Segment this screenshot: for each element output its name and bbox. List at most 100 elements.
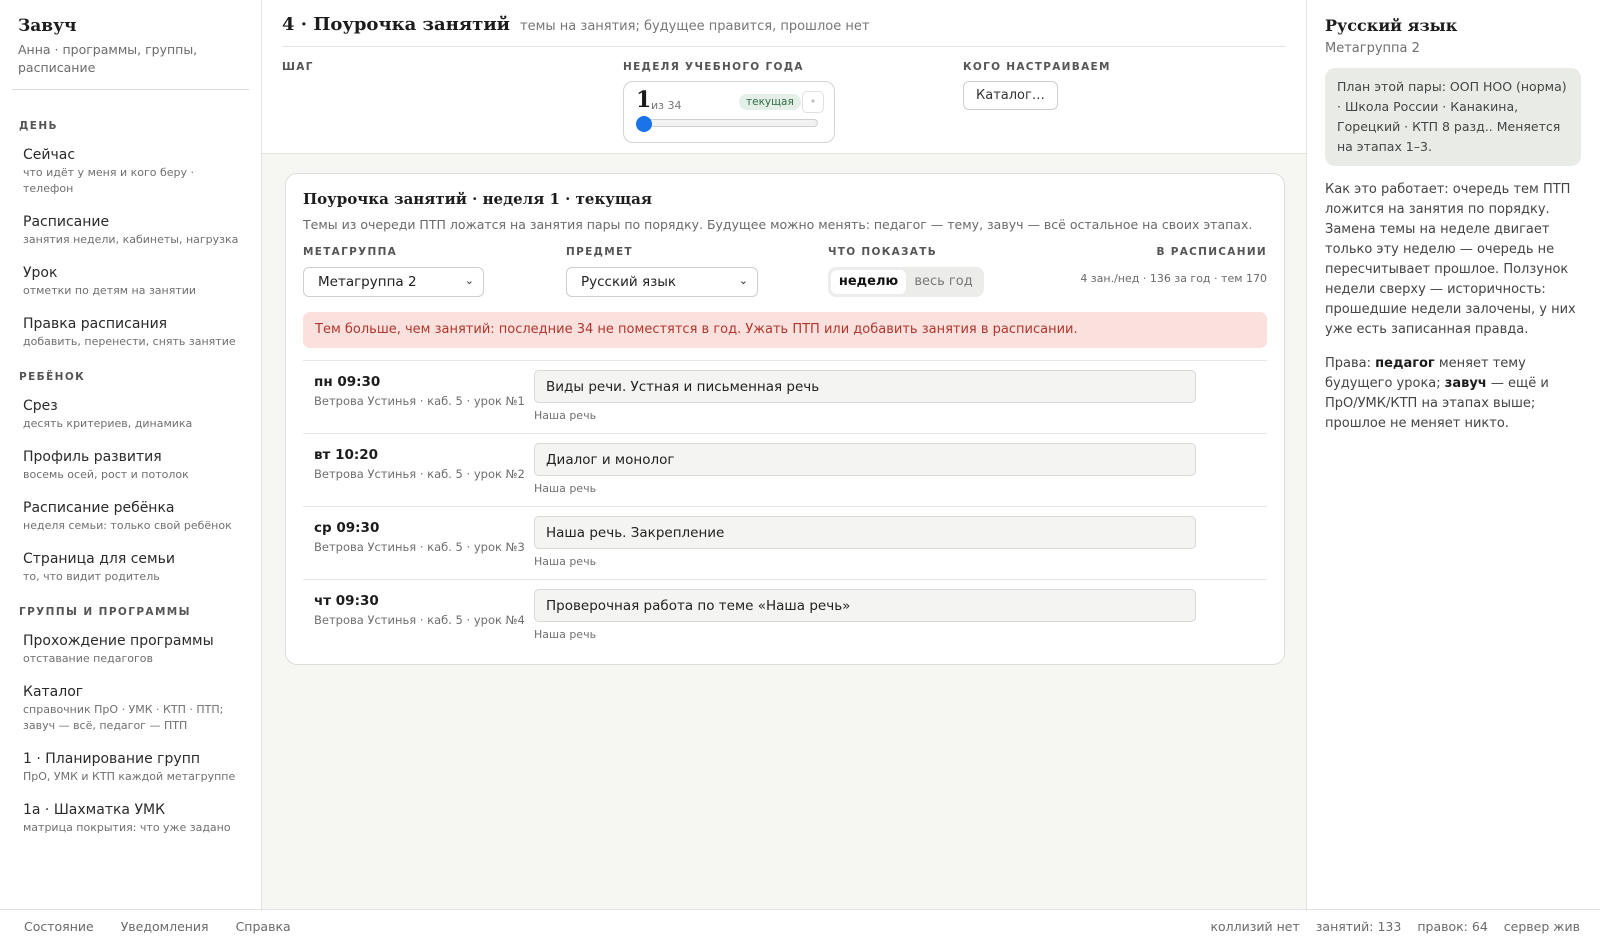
chevron-down-icon: ⌄ — [738, 274, 748, 287]
week-total: из 34 — [651, 99, 682, 112]
how-it-works: Как это работает: очередь тем ПТП ложитс… — [1325, 182, 1576, 337]
sidebar-item-desc: отставание педагогов — [23, 652, 153, 665]
sidebar-item-schedule[interactable]: Расписание занятия недели, кабинеты, наг… — [0, 214, 261, 248]
sidebar-item-desc: восемь осей, рост и потолок — [23, 468, 189, 481]
main-area: 4 · Поурочка занятий темы на занятия; бу… — [262, 0, 1306, 909]
sidebar-item-lesson[interactable]: Урок отметки по детям на занятии — [0, 265, 261, 299]
metagroup-select[interactable]: Метагруппа 2 ⌄ — [303, 267, 484, 297]
lesson-meta: Ветрова Устинья · каб. 5 · урок №2 — [314, 467, 525, 481]
sidebar-item-family-page[interactable]: Страница для семьи то, что видит родител… — [0, 551, 261, 585]
sidebar-item-umk-matrix[interactable]: 1а · Шахматка УМК матрица покрытия: что … — [0, 802, 261, 836]
sidebar-item-label: Каталог — [23, 684, 84, 700]
schedule-label: В расписании — [1156, 246, 1267, 258]
week-slider-track[interactable] — [642, 119, 818, 127]
lesson-list: пн 09:30 Ветрова Устинья · каб. 5 · урок… — [303, 360, 1267, 653]
card-subtitle: Темы из очереди ПТП ложатся на занятия п… — [303, 217, 1253, 232]
show-toggle: неделю весь год — [828, 267, 984, 297]
lesson-row: вт 10:20 Ветрова Устинья · каб. 5 · урок… — [303, 434, 1267, 507]
footer-link-state[interactable]: Состояние — [24, 919, 94, 934]
warning-alert: Тем больше, чем занятий: последние 34 не… — [303, 312, 1267, 348]
sidebar-item-now[interactable]: Сейчас что идёт у меня и кого беру · тел… — [0, 147, 261, 197]
lesson-time: вт 10:20 — [314, 447, 379, 463]
status-edits: правок: 64 — [1417, 919, 1488, 934]
show-week-button[interactable]: неделю — [831, 270, 906, 294]
sidebar-item-desc: занятия недели, кабинеты, нагрузка — [23, 233, 239, 246]
sidebar-item-program-progress[interactable]: Прохождение программы отставание педагог… — [0, 633, 261, 667]
footer-link-notifications[interactable]: Уведомления — [121, 919, 209, 934]
footer-link-help[interactable]: Справка — [236, 919, 291, 934]
sidebar-item-label: Урок — [23, 265, 58, 281]
status-lessons: занятий: 133 — [1315, 919, 1402, 934]
sidebar-item-label: Правка расписания — [23, 316, 168, 332]
nav-section-child: Ребёнок — [19, 371, 86, 383]
sidebar-item-label: Страница для семьи — [23, 551, 175, 567]
status-bar: Состояние Уведомления Справка коллизий н… — [0, 909, 1600, 943]
lesson-time: чт 09:30 — [314, 593, 379, 609]
app-title: Завуч — [18, 16, 77, 36]
rights-teacher: педагог — [1375, 356, 1435, 371]
lesson-meta: Ветрова Устинья · каб. 5 · урок №3 — [314, 540, 525, 554]
app-subtitle: Анна · программы, группы, расписание — [18, 42, 198, 75]
nav-section-groups: Группы и программы — [19, 606, 191, 618]
show-label: Что показать — [828, 246, 938, 258]
metagroup-label: Метагруппа — [303, 246, 398, 258]
week-number: 1 — [636, 87, 652, 113]
sidebar-item-child-schedule[interactable]: Расписание ребёнка неделя семьи: только … — [0, 500, 261, 534]
step-title-row: 4 · Поурочка занятий темы на занятия; бу… — [282, 14, 1286, 47]
footer-links: Состояние Уведомления Справка — [24, 919, 291, 934]
sidebar-item-schedule-edit[interactable]: Правка расписания добавить, перенести, с… — [0, 316, 261, 350]
sidebar-item-label: Срез — [23, 398, 58, 414]
sidebar-item-desc: добавить, перенести, снять занятие — [23, 335, 236, 348]
sidebar-item-desc: неделя семьи: только свой ребёнок — [23, 519, 232, 532]
lesson-topic-field[interactable]: Проверочная работа по теме «Наша речь» — [534, 589, 1196, 622]
sidebar-item-desc: десять критериев, динамика — [23, 417, 193, 430]
sidebar-item-label: Прохождение программы — [23, 633, 214, 649]
info-panel: Русский язык Метагруппа 2 План этой пары… — [1306, 0, 1600, 909]
step-header: 4 · Поурочка занятий темы на занятия; бу… — [262, 0, 1306, 154]
filters: Метагруппа Предмет Что показать В распис… — [303, 246, 1267, 304]
sidebar-item-group-planning[interactable]: 1 · Планирование групп ПрО, УМК и КТП ка… — [0, 751, 261, 785]
plan-box: План этой пары: ООП НОО (норма) · Школа … — [1325, 68, 1581, 166]
lesson-topic-field[interactable]: Наша речь. Закрепление — [534, 516, 1196, 549]
lesson-row: ср 09:30 Ветрова Устинья · каб. 5 · урок… — [303, 507, 1267, 580]
week-label: Неделя учебного года — [623, 61, 804, 73]
lesson-time: пн 09:30 — [314, 374, 381, 390]
catalog-button[interactable]: Каталог… — [963, 81, 1058, 110]
who-label: Кого настраиваем — [963, 61, 1111, 73]
lesson-topic-field[interactable]: Виды речи. Устная и письменная речь — [534, 370, 1196, 403]
week-selector: 1 из 34 текущая • — [623, 81, 835, 143]
lesson-row: пн 09:30 Ветрова Устинья · каб. 5 · урок… — [303, 361, 1267, 434]
status-collisions: коллизий нет — [1210, 919, 1300, 934]
sidebar-item-development-profile[interactable]: Профиль развития восемь осей, рост и пот… — [0, 449, 261, 483]
subject-label: Предмет — [566, 246, 633, 258]
sidebar-item-snapshot[interactable]: Срез десять критериев, динамика — [0, 398, 261, 432]
lesson-meta: Ветрова Устинья · каб. 5 · урок №4 — [314, 613, 525, 627]
lesson-meta: Ветрова Устинья · каб. 5 · урок №1 — [314, 394, 525, 408]
sidebar-item-desc: матрица покрытия: что уже задано — [23, 821, 231, 834]
rights-text: Права: педагог меняет тему будущего урок… — [1325, 354, 1581, 434]
sidebar-item-label: Расписание — [23, 214, 110, 230]
lesson-section: Наша речь — [534, 482, 597, 495]
week-slider-thumb[interactable] — [636, 116, 652, 132]
lesson-section: Наша речь — [534, 409, 597, 422]
week-next-button[interactable]: • — [802, 91, 824, 113]
sidebar: Завуч Анна · программы, группы, расписан… — [0, 0, 262, 909]
page-subtitle: темы на занятия; будущее правится, прошл… — [520, 19, 870, 34]
sidebar-item-desc: ПрО, УМК и КТП каждой метагруппе — [23, 770, 236, 783]
lesson-time: ср 09:30 — [314, 520, 380, 536]
show-year-button[interactable]: весь год — [906, 270, 981, 294]
footer-status: коллизий нет занятий: 133 правок: 64 сер… — [1210, 919, 1580, 934]
schedule-summary: 4 зан./нед · 136 за год · тем 170 — [1080, 272, 1267, 285]
sidebar-item-desc: то, что видит родитель — [23, 570, 160, 583]
status-server: сервер жив — [1503, 919, 1580, 934]
lesson-plan-card: Поурочка занятий · неделя 1 · текущая Те… — [285, 173, 1285, 665]
sidebar-item-desc: справочник ПрО · УМК · КТП · ПТП; завуч … — [23, 703, 224, 732]
lesson-topic-field[interactable]: Диалог и монолог — [534, 443, 1196, 476]
lesson-row: чт 09:30 Ветрова Устинья · каб. 5 · урок… — [303, 580, 1267, 653]
panel-subtitle: Метагруппа 2 — [1325, 41, 1420, 56]
sidebar-item-catalog[interactable]: Каталог справочник ПрО · УМК · КТП · ПТП… — [0, 684, 261, 734]
subject-select[interactable]: Русский язык ⌄ — [566, 267, 758, 297]
sidebar-item-label: Расписание ребёнка — [23, 500, 175, 516]
card-title: Поурочка занятий · неделя 1 · текущая — [303, 190, 652, 208]
sidebar-item-desc: отметки по детям на занятии — [23, 284, 197, 297]
